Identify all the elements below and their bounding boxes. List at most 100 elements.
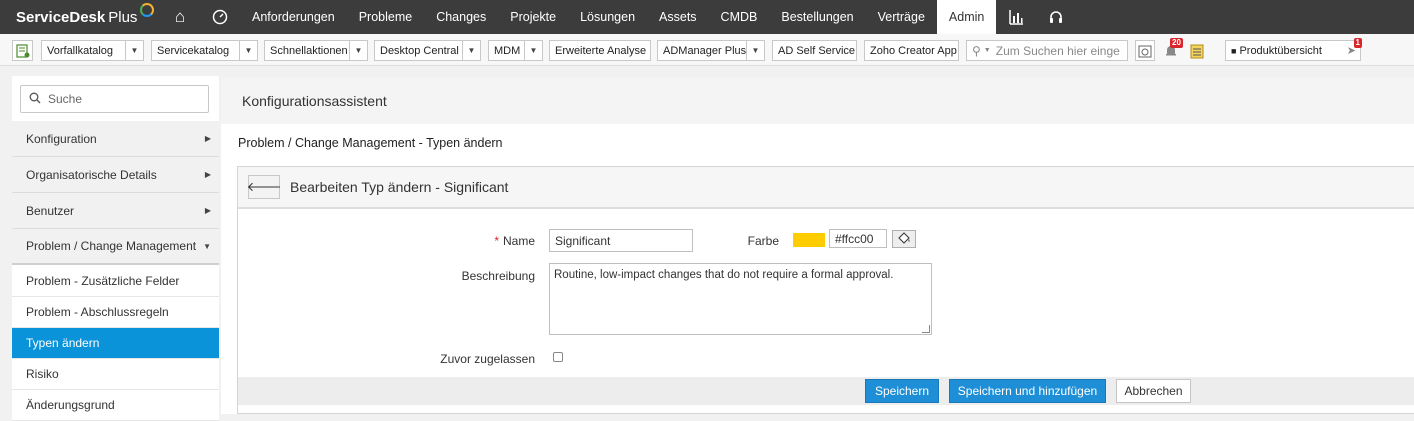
mdm-dropdown[interactable]: MDM ▼ <box>488 40 543 61</box>
cancel-button[interactable]: Abbrechen <box>1116 379 1191 403</box>
new-request-icon[interactable] <box>12 40 33 61</box>
card-title: Bearbeiten Typ ändern - Significant <box>290 179 509 195</box>
zoho-creator-app-label: Zoho Creator App <box>870 44 957 57</box>
chevron-down-icon: ▼ <box>746 41 764 60</box>
sidebar-group-label: Benutzer <box>26 203 75 218</box>
sidebar-group-label: Organisatorische Details <box>26 167 157 182</box>
chevron-down-icon: ▼ <box>203 241 211 251</box>
notification-bell-icon[interactable]: 20 <box>1161 38 1183 61</box>
sidebar-group-label: Problem / Change Management <box>26 239 197 253</box>
nav-projekte[interactable]: Projekte <box>498 0 568 34</box>
vorfallkatalog-dropdown[interactable]: Vorfallkatalog ▼ <box>41 40 144 61</box>
admin-sidebar: Suche Konfiguration ▶ Organisatorische D… <box>12 76 219 421</box>
sidebar-group-konfiguration[interactable]: Konfiguration ▶ <box>12 121 219 157</box>
search-icon: ⚲ <box>972 43 981 58</box>
description-label: Beschreibung <box>461 269 535 283</box>
reports-chart-icon[interactable] <box>996 0 1036 34</box>
edit-form-card: 🡐 Bearbeiten Typ ändern - Significant * N… <box>237 166 1414 414</box>
paint-bucket-icon <box>897 231 911 247</box>
tasks-clipboard-icon[interactable] <box>1187 40 1207 61</box>
sidebar-item-typen-aendern[interactable]: Typen ändern <box>12 328 219 359</box>
sidebar-item-problem-abschlussregeln[interactable]: Problem - Abschlussregeln <box>12 297 219 328</box>
dashboard-gauge-icon[interactable] <box>200 0 240 34</box>
form-actions-bar: Speichern Speichern und hinzufügen Abbre… <box>238 377 1414 405</box>
sidebar-item-risiko[interactable]: Risiko <box>12 359 219 390</box>
color-picker-button[interactable] <box>892 230 916 248</box>
chevron-right-icon: ▶ <box>204 170 211 179</box>
sidebar-item-aenderungsgrund[interactable]: Änderungsgrund <box>12 390 219 421</box>
top-navigation-bar: ServiceDesk Plus ⌂ Anforderungen Problem… <box>0 0 1414 34</box>
home-icon[interactable]: ⌂ <box>160 0 200 34</box>
produktuebersicht-button[interactable]: ■ Produktübersicht ➤ 1 <box>1225 38 1362 61</box>
sidebar-group-label: Konfiguration <box>26 131 97 146</box>
nav-admin[interactable]: Admin <box>936 0 997 34</box>
resize-handle-icon[interactable] <box>922 325 930 333</box>
admanager-plus-dropdown[interactable]: ADManager Plus ▼ <box>657 40 765 61</box>
save-button[interactable]: Speichern <box>865 379 939 403</box>
chevron-down-icon: ▼ <box>125 41 143 60</box>
color-hex-field[interactable]: #ffcc00 <box>829 229 887 248</box>
sidebar-item-label: Problem - Abschlussregeln <box>26 305 169 319</box>
color-swatch <box>793 233 825 247</box>
sidebar-search-input[interactable]: Suche <box>20 85 209 113</box>
color-value: #ffcc00 <box>835 231 874 246</box>
name-value: Significant <box>555 233 611 248</box>
sidebar-group-problem-change-management[interactable]: Problem / Change Management ▼ <box>12 229 219 265</box>
nav-loesungen[interactable]: Lösungen <box>568 0 647 34</box>
video-camera-icon: ■ <box>1231 45 1237 56</box>
ad-self-service-label: AD Self Service <box>778 44 856 57</box>
chevron-right-icon: ▶ <box>204 134 211 143</box>
card-header: 🡐 Bearbeiten Typ ändern - Significant <box>238 167 1414 209</box>
sidebar-item-label: Risiko <box>26 367 59 381</box>
nav-assets[interactable]: Assets <box>647 0 709 34</box>
quick-toolbar: Vorfallkatalog ▼ Servicekatalog ▼ Schnel… <box>0 34 1414 66</box>
zoho-creator-app-button[interactable]: Zoho Creator App <box>864 40 959 61</box>
nav-anforderungen[interactable]: Anforderungen <box>240 0 347 34</box>
save-and-add-button[interactable]: Speichern und hinzufügen <box>949 379 1106 403</box>
description-value: Routine, low-impact changes that do not … <box>554 269 894 281</box>
sidebar-item-problem-zusaetzliche-felder[interactable]: Problem - Zusätzliche Felder <box>12 266 219 297</box>
logo-swirl-icon <box>140 3 154 17</box>
chevron-down-icon: ▼ <box>239 41 257 60</box>
produktuebersicht-label: Produktübersicht <box>1239 44 1322 57</box>
name-label-text: Name <box>502 234 535 248</box>
desktop-central-label: Desktop Central <box>380 44 459 57</box>
rocket-count-badge: 1 <box>1353 38 1362 48</box>
nav-probleme[interactable]: Probleme <box>347 0 425 34</box>
color-label: Farbe <box>747 234 779 248</box>
breadcrumb: Problem / Change Management - Typen ände… <box>238 136 503 150</box>
search-icon <box>29 92 41 107</box>
nav-changes[interactable]: Changes <box>424 0 498 34</box>
sidebar-item-label: Typen ändern <box>26 336 100 350</box>
main-content: Problem / Change Management - Typen ände… <box>221 124 1414 414</box>
admanager-plus-label: ADManager Plus <box>663 44 747 57</box>
name-field[interactable]: Significant <box>549 229 693 252</box>
arrow-left-icon: 🡐 <box>246 179 282 194</box>
sidebar-group-organisatorische-details[interactable]: Organisatorische Details ▶ <box>12 157 219 193</box>
sidebar-group-benutzer[interactable]: Benutzer ▶ <box>12 193 219 229</box>
preapproved-checkbox[interactable] <box>553 352 563 362</box>
global-search-input[interactable]: ⚲ ▼ Zum Suchen hier einge <box>966 40 1128 61</box>
description-textarea[interactable]: Routine, low-impact changes that do not … <box>549 263 932 335</box>
sidebar-item-label: Änderungsgrund <box>26 398 115 412</box>
schnellaktionen-label: Schnellaktionen <box>270 44 348 57</box>
vorfallkatalog-label: Vorfallkatalog <box>47 44 114 57</box>
page-title: Konfigurationsassistent <box>221 78 1414 124</box>
nav-vertraege[interactable]: Verträge <box>866 0 937 34</box>
notification-count-badge: 20 <box>1170 38 1183 48</box>
servicekatalog-dropdown[interactable]: Servicekatalog ▼ <box>151 40 258 61</box>
nav-bestellungen[interactable]: Bestellungen <box>769 0 865 34</box>
chevron-right-icon: ▶ <box>204 206 211 215</box>
erweiterte-analyse-button[interactable]: Erweiterte Analyse <box>549 40 651 61</box>
name-label: * Name <box>438 234 535 248</box>
back-button[interactable]: 🡐 <box>246 175 282 199</box>
brand-name: ServiceDesk <box>16 8 106 26</box>
support-headset-icon[interactable] <box>1036 0 1076 34</box>
desktop-central-dropdown[interactable]: Desktop Central ▼ <box>374 40 481 61</box>
app-logo[interactable]: ServiceDesk Plus <box>0 0 160 34</box>
nav-cmdb[interactable]: CMDB <box>709 0 770 34</box>
brand-suffix: Plus <box>108 8 138 26</box>
reminder-clock-icon[interactable] <box>1135 40 1155 61</box>
ad-self-service-button[interactable]: AD Self Service <box>772 40 857 61</box>
schnellaktionen-dropdown[interactable]: Schnellaktionen ▼ <box>264 40 368 61</box>
